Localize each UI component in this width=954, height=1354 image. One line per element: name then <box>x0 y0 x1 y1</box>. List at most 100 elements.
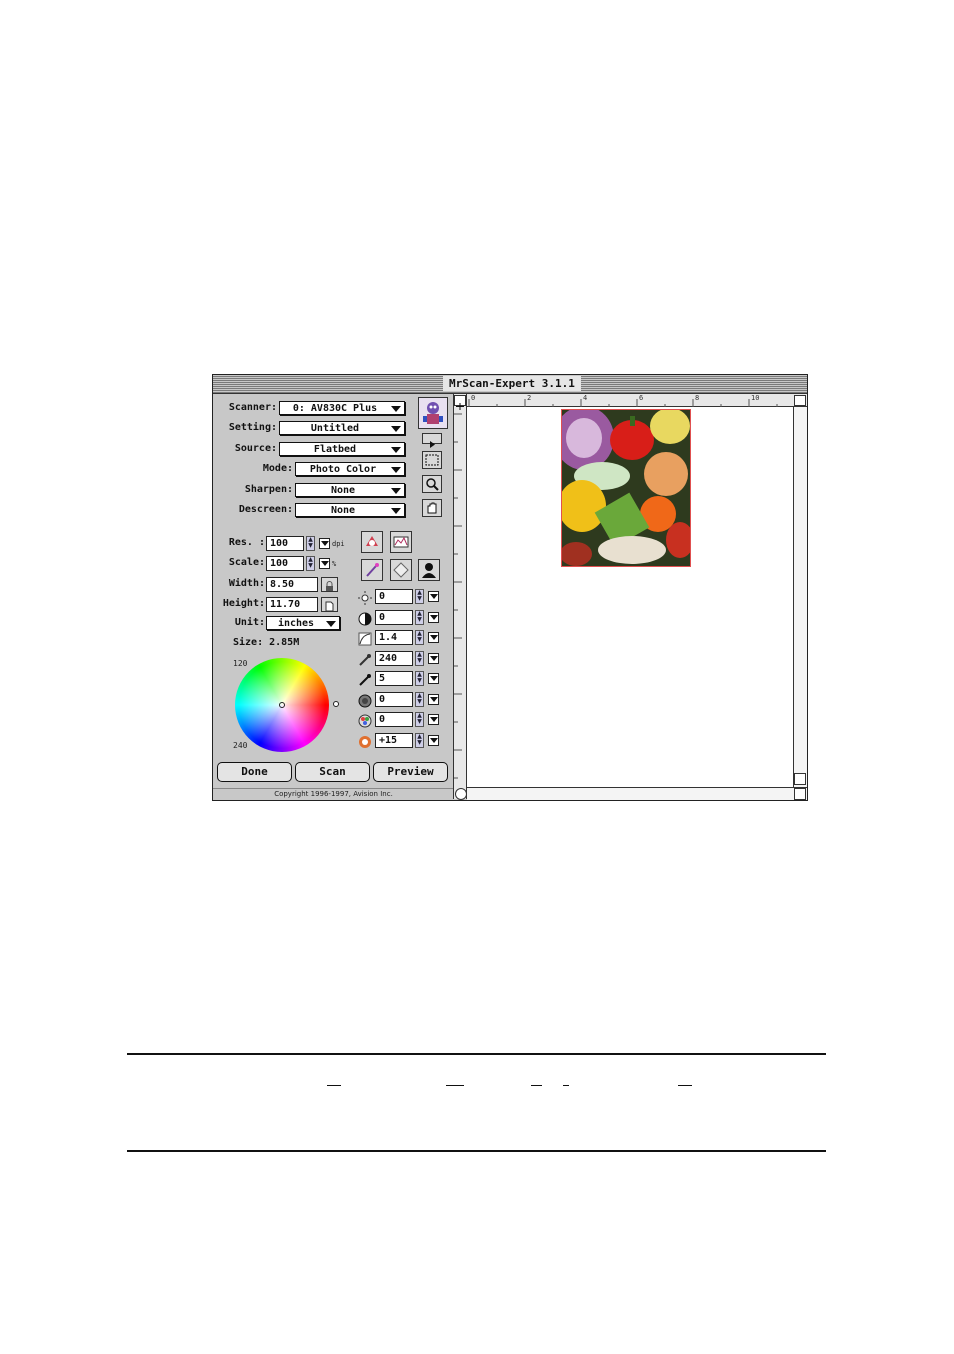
adjustment-field[interactable]: 1.4 <box>375 630 413 645</box>
width-field[interactable]: 8.50 <box>266 577 318 592</box>
contrast-icon <box>358 611 372 625</box>
adjustment-field[interactable]: +15 <box>375 732 413 748</box>
adjustment-stepper[interactable]: ▲ ▼ <box>415 691 424 707</box>
resize-grip-icon[interactable] <box>794 788 806 800</box>
ruler-tick-label: 0 <box>471 394 476 402</box>
scale-unit: % <box>332 560 337 568</box>
hand-tool-icon[interactable] <box>422 499 442 517</box>
scale-dropdown[interactable] <box>319 558 330 569</box>
scroll-down-arrow-icon[interactable] <box>794 773 806 785</box>
adjustment-dropdown[interactable] <box>428 652 439 664</box>
chevron-down-icon <box>391 447 401 453</box>
res-unit: dpi <box>332 540 345 548</box>
adjustment-dropdown[interactable] <box>428 632 439 643</box>
descreen-icon[interactable] <box>390 559 412 581</box>
color-wheel[interactable] <box>235 658 329 752</box>
scan-button[interactable]: Scan <box>295 762 370 782</box>
lock-icon[interactable] <box>321 577 338 592</box>
adjustment-field[interactable]: 0 <box>375 691 413 707</box>
height-field[interactable]: 11.70 <box>266 597 318 612</box>
ruler-origin-icon[interactable] <box>454 395 466 410</box>
vertical-scrollbar[interactable] <box>793 407 807 787</box>
preview-image <box>562 410 690 566</box>
adjustment-stepper[interactable]: ▲ ▼ <box>415 589 424 604</box>
ruler-tick-label: 8 <box>695 394 700 402</box>
adjustment-field[interactable]: 240 <box>375 650 413 666</box>
res-field[interactable]: 100 <box>266 536 304 551</box>
silhouette-icon[interactable] <box>418 559 440 581</box>
vertical-ruler <box>453 394 467 799</box>
adjustment-field[interactable]: 0 <box>375 609 413 625</box>
chevron-down-icon <box>391 488 401 494</box>
setting-popup[interactable]: Untitled <box>279 421 405 435</box>
horizontal-rule-top <box>127 1053 826 1055</box>
descreen-value: None <box>330 505 356 516</box>
res-dropdown[interactable] <box>319 538 330 549</box>
setting-value: Untitled <box>310 423 360 434</box>
source-value: Flatbed <box>313 444 357 455</box>
adjustment-stepper[interactable]: ▲ ▼ <box>415 609 424 625</box>
blank-underline <box>446 1085 464 1086</box>
adjustment-stepper[interactable]: ▲ ▼ <box>415 671 424 686</box>
chevron-down-icon <box>391 508 401 514</box>
ruler-tick-label: 2 <box>527 394 532 402</box>
scroll-left-arrow-icon[interactable] <box>455 788 467 800</box>
unit-value: inches <box>277 618 315 629</box>
res-label: Res. : <box>228 537 265 548</box>
color-wheel-handle[interactable] <box>279 702 285 708</box>
adjustment-field[interactable]: 0 <box>375 712 413 727</box>
scanner-label: Scanner: <box>228 402 277 413</box>
mode-label: Mode: <box>262 463 293 474</box>
color-balance-icon <box>358 713 372 728</box>
adjustment-dropdown[interactable] <box>428 714 439 725</box>
zoom-tool-icon[interactable] <box>422 475 442 493</box>
mode-popup[interactable]: Photo Color <box>295 462 405 476</box>
midtone-icon <box>358 693 372 707</box>
ruler-tick-label: 10 <box>751 394 760 402</box>
adjustment-dropdown[interactable] <box>428 693 439 705</box>
unit-popup[interactable]: inches <box>266 616 340 630</box>
scale-stepper[interactable]: ▲ ▼ <box>306 556 315 571</box>
mrscan-window: MrScan-Expert 3.1.1 Scanner: 0: AV830C P… <box>212 374 808 801</box>
res-stepper[interactable]: ▲ ▼ <box>306 536 315 551</box>
title-bar[interactable]: MrScan-Expert 3.1.1 <box>213 375 807 394</box>
magic-wand-icon[interactable] <box>361 559 383 581</box>
adjustment-stepper[interactable]: ▲ ▼ <box>415 650 424 666</box>
adjustment-stepper[interactable]: ▲ ▼ <box>415 630 424 645</box>
sharpen-label: Sharpen: <box>244 484 293 495</box>
adjustment-dropdown[interactable] <box>428 591 439 602</box>
mascot-icon[interactable] <box>418 397 448 429</box>
file-size: Size: 2.85M <box>233 637 300 648</box>
zoom-box-icon[interactable] <box>794 395 806 406</box>
horizontal-scrollbar[interactable] <box>467 787 807 800</box>
height-label: Height: <box>222 598 265 609</box>
done-button[interactable]: Done <box>217 762 292 782</box>
wheel-label-240: 240 <box>233 741 248 750</box>
adjustment-stepper[interactable]: ▲ ▼ <box>415 732 424 748</box>
adjustment-dropdown[interactable] <box>428 673 439 684</box>
adjustment-field[interactable]: 5 <box>375 671 413 686</box>
ruler-tick-label: 6 <box>639 394 644 402</box>
adjustment-stepper[interactable]: ▲ ▼ <box>415 712 424 727</box>
sharpen-popup[interactable]: None <box>295 483 405 497</box>
adjustment-dropdown[interactable] <box>428 611 439 623</box>
auto-adjust-icon[interactable] <box>361 531 383 553</box>
scanner-value: 0: AV830C Plus <box>292 403 378 414</box>
histogram-icon[interactable] <box>390 531 412 553</box>
adjustment-dropdown[interactable] <box>428 734 439 746</box>
brightness-icon <box>358 590 372 605</box>
adjustment-field[interactable]: 0 <box>375 589 413 604</box>
descreen-popup[interactable]: None <box>295 503 405 517</box>
page-icon[interactable] <box>321 597 338 612</box>
marquee-tool-icon[interactable] <box>422 451 442 469</box>
scale-field[interactable]: 100 <box>266 556 304 571</box>
scanner-popup[interactable]: 0: AV830C Plus <box>279 401 405 415</box>
source-label: Source: <box>234 443 277 454</box>
arrow-tool-icon[interactable] <box>422 433 442 448</box>
scan-selection[interactable] <box>561 409 691 567</box>
source-popup[interactable]: Flatbed <box>279 442 405 456</box>
preview-button[interactable]: Preview <box>373 762 448 782</box>
scale-label: Scale: <box>228 557 265 568</box>
chevron-down-icon <box>326 621 336 627</box>
preview-canvas[interactable] <box>467 407 793 787</box>
